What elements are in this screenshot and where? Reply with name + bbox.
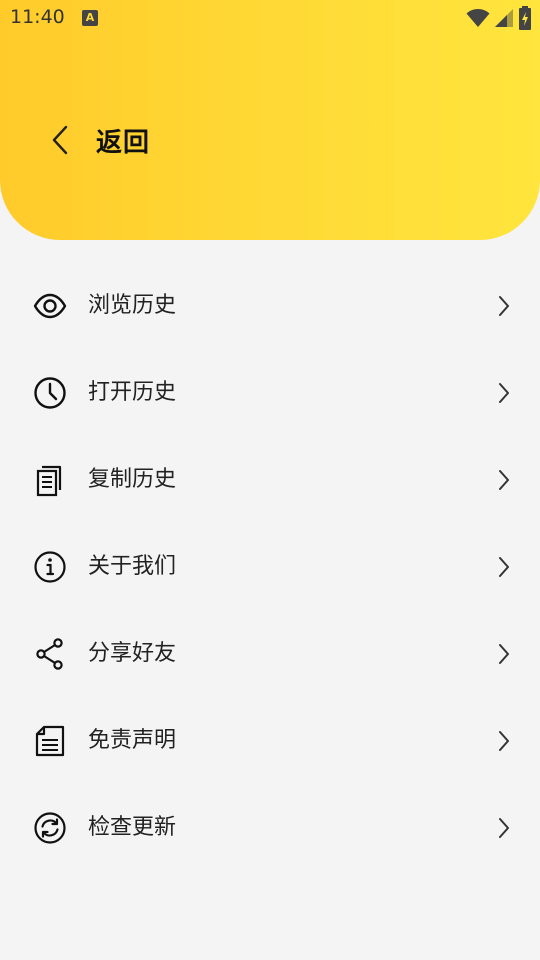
menu-item-label: 浏览历史	[88, 293, 177, 318]
chevron-right-icon	[496, 729, 512, 753]
back-label: 返回	[96, 127, 151, 158]
menu-item-label: 分享好友	[88, 641, 177, 666]
menu-item-about-us[interactable]: 关于我们	[0, 523, 540, 610]
chevron-right-icon	[496, 642, 512, 666]
menu-item-check-update[interactable]: 检查更新	[0, 784, 540, 871]
chevron-right-icon	[496, 381, 512, 405]
copy-document-icon	[32, 462, 68, 498]
menu-item-label: 关于我们	[88, 554, 177, 579]
menu-item-share-friends[interactable]: 分享好友	[0, 610, 540, 697]
chevron-right-icon	[496, 294, 512, 318]
chevron-right-icon	[496, 468, 512, 492]
notification-app-letter: A	[85, 11, 95, 24]
menu-item-label: 免责声明	[88, 728, 177, 753]
menu-item-open-history[interactable]: 打开历史	[0, 349, 540, 436]
back-button[interactable]: 返回	[40, 112, 150, 168]
settings-menu: 浏览历史 打开历史 复制历史 关于我们 分享好友 免责声明 检查更新	[0, 262, 540, 871]
eye-icon	[32, 288, 68, 324]
share-icon	[32, 636, 68, 672]
document-icon	[32, 723, 68, 759]
menu-item-label: 检查更新	[88, 815, 177, 840]
signal-icon	[495, 9, 513, 27]
battery-icon	[519, 6, 531, 30]
clock-icon	[32, 375, 68, 411]
menu-item-browse-history[interactable]: 浏览历史	[0, 262, 540, 349]
menu-item-label: 打开历史	[88, 380, 177, 405]
menu-item-label: 复制历史	[88, 467, 177, 492]
header-banner: 11:40 A 返回	[0, 0, 540, 240]
menu-item-copy-history[interactable]: 复制历史	[0, 436, 540, 523]
refresh-icon	[32, 810, 68, 846]
menu-item-disclaimer[interactable]: 免责声明	[0, 697, 540, 784]
info-icon	[32, 549, 68, 585]
status-time: 11:40	[10, 6, 65, 28]
chevron-right-icon	[496, 555, 512, 579]
chevron-right-icon	[496, 816, 512, 840]
chevron-left-icon	[40, 112, 80, 168]
notification-app-icon: A	[82, 10, 98, 26]
status-icons	[466, 6, 532, 30]
status-bar: 11:40 A	[0, 0, 540, 36]
wifi-icon	[466, 9, 490, 27]
